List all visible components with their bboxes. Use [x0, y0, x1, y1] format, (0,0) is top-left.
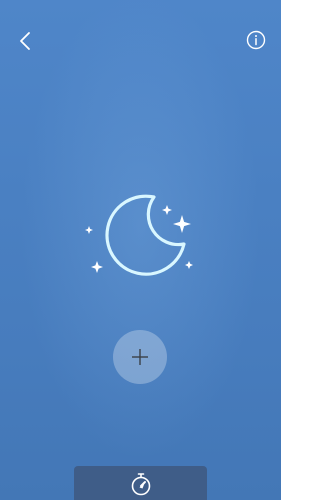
sleep-screen [0, 0, 281, 500]
chevron-left-icon [10, 26, 40, 56]
info-circle-icon [242, 26, 270, 54]
timer-button[interactable] [127, 470, 155, 498]
moon-stars-icon [78, 188, 204, 288]
plus-icon [130, 347, 150, 367]
stopwatch-icon [127, 470, 155, 498]
add-button[interactable] [113, 330, 167, 384]
info-button[interactable] [242, 26, 270, 54]
back-button[interactable] [10, 26, 40, 56]
